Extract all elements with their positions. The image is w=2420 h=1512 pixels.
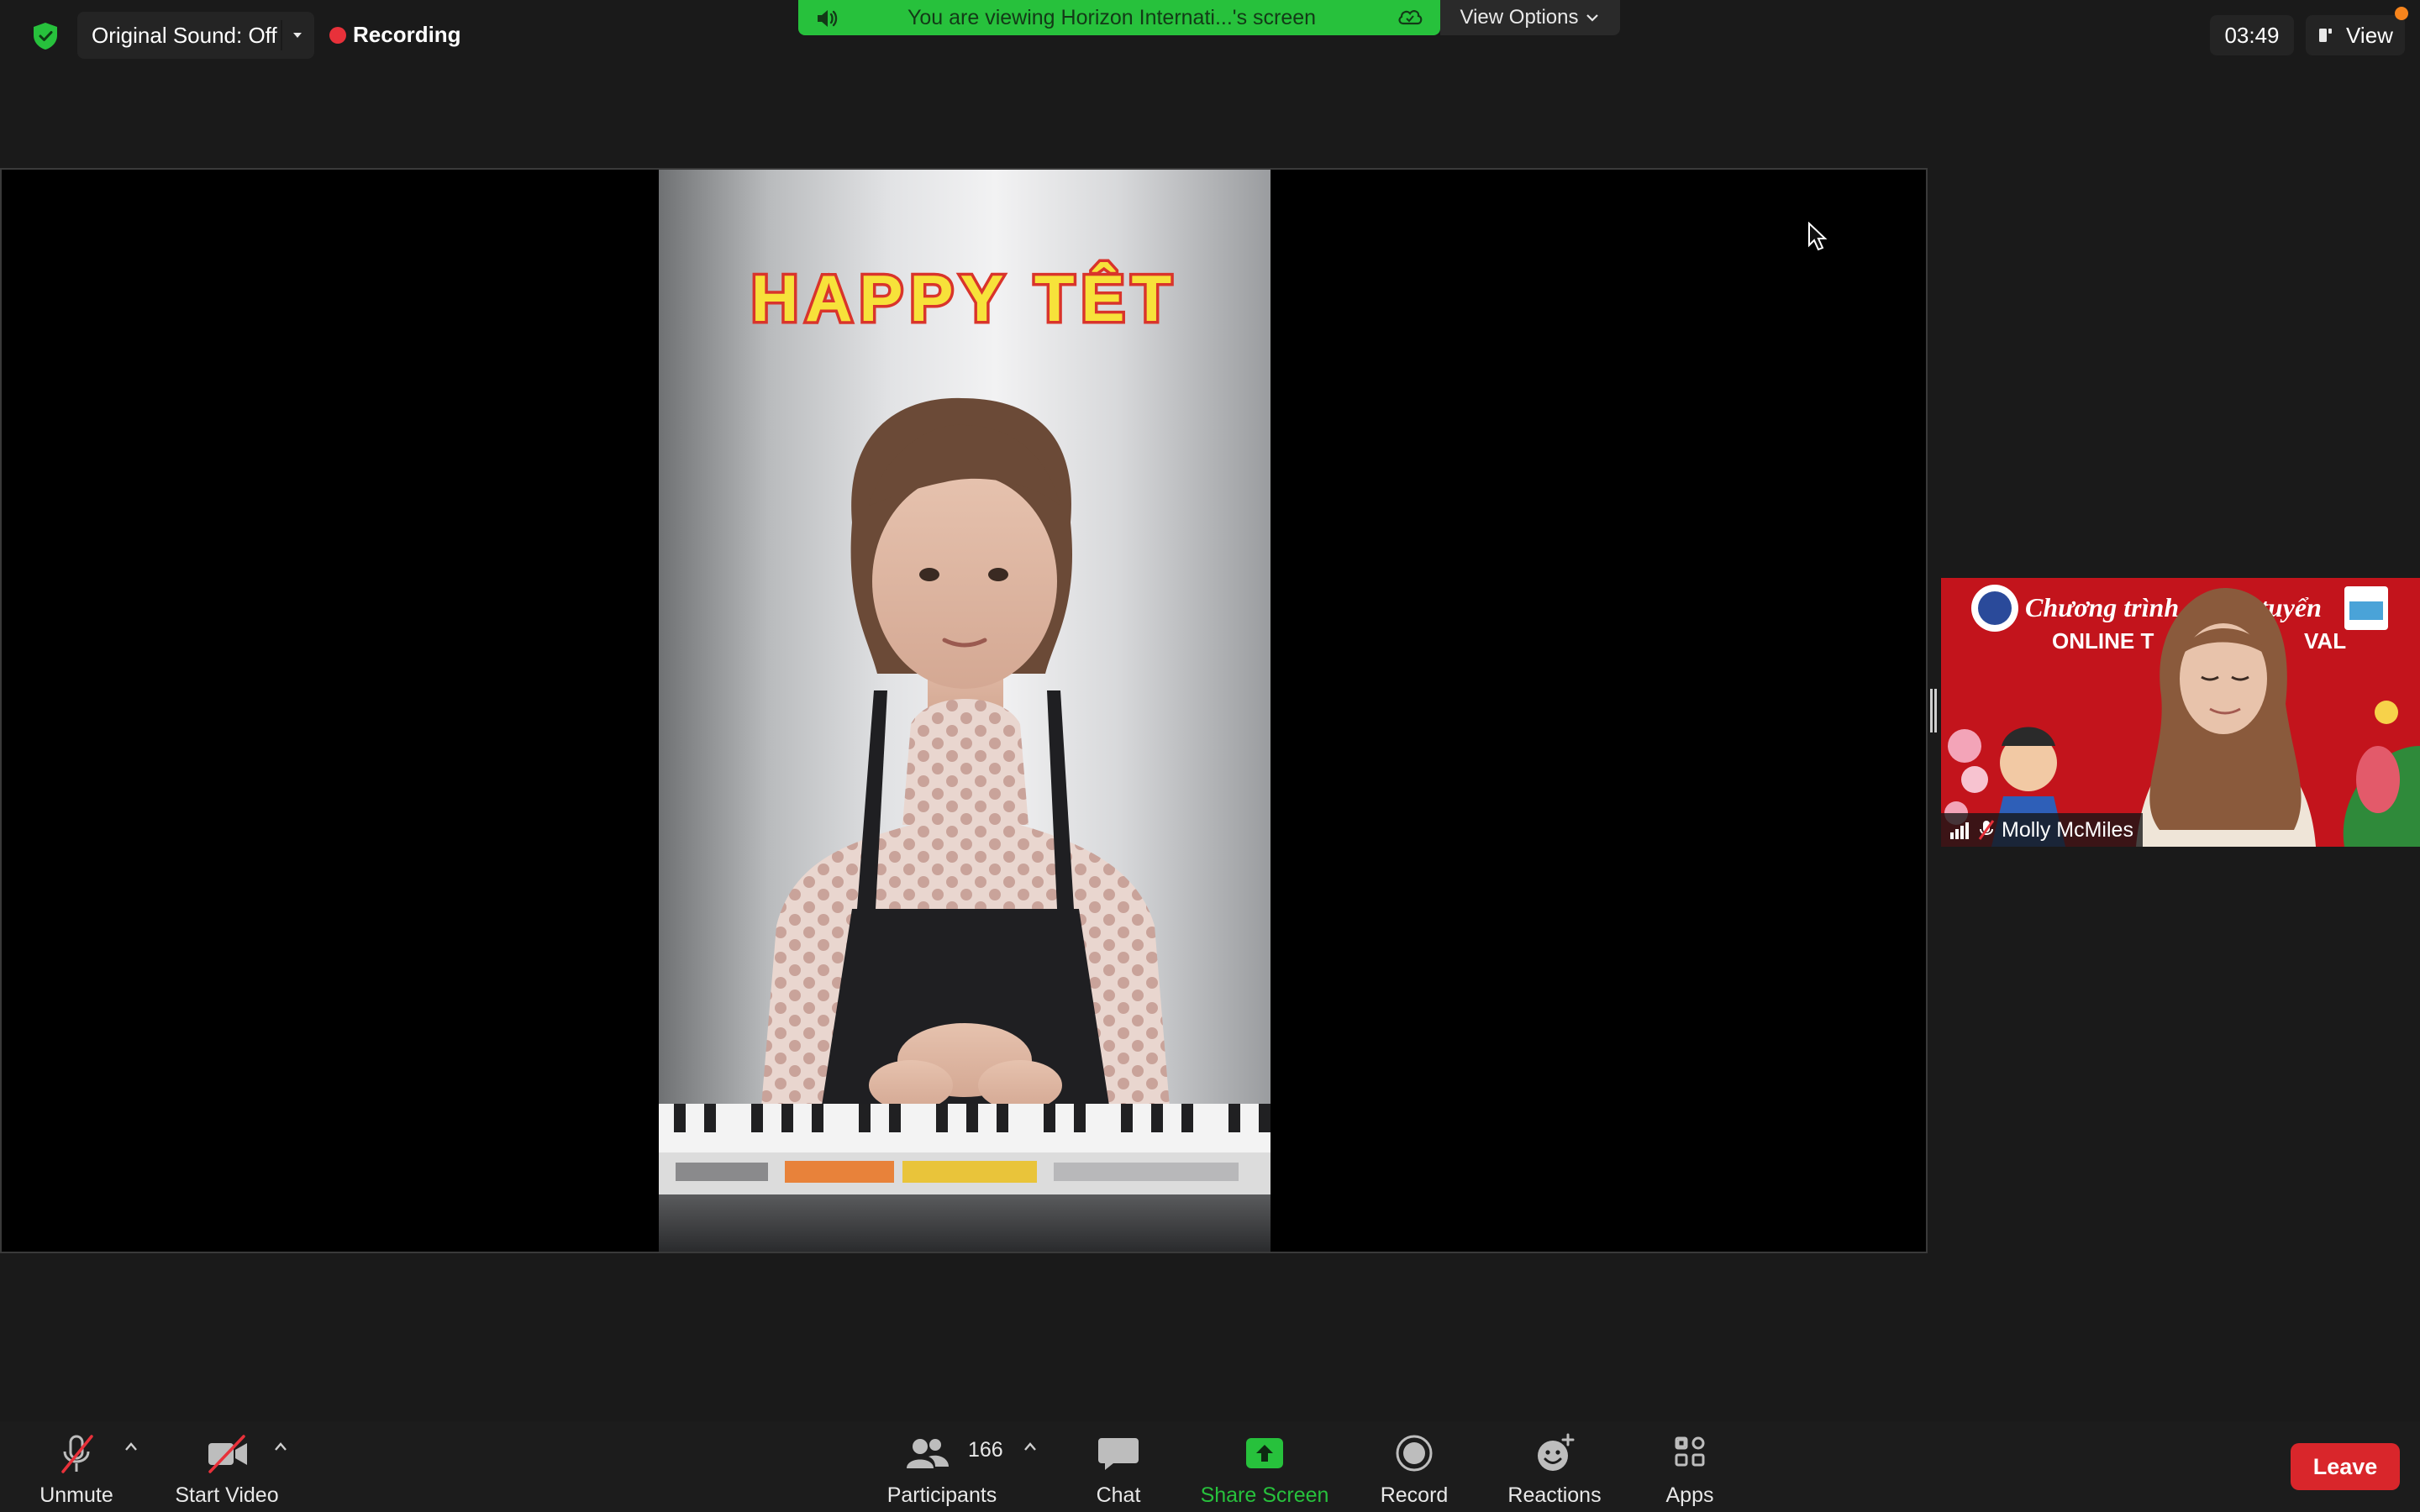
apps-button[interactable]: Apps	[1652, 1421, 1728, 1512]
tile-background-text-2: ONLINE T	[2052, 628, 2154, 654]
shared-screen-area[interactable]: HAPPY TÊT	[0, 168, 1928, 1253]
viewing-screen-text: You are viewing Horizon Internati...'s s…	[908, 6, 1317, 29]
mouse-cursor-icon	[1808, 222, 1828, 251]
view-options-button[interactable]: View Options	[1440, 0, 1620, 35]
signal-strength-icon	[1950, 822, 1969, 839]
audio-options-caret-icon[interactable]	[123, 1440, 139, 1453]
reactions-label: Reactions	[1507, 1483, 1602, 1507]
performer-video-frame: HAPPY TÊT	[659, 259, 1270, 1252]
panel-resize-handle[interactable]	[1929, 689, 1938, 732]
sound-divider	[281, 20, 282, 50]
participants-count: 166	[968, 1438, 1003, 1462]
participants-button[interactable]: Participants	[879, 1421, 1005, 1512]
apps-label: Apps	[1665, 1483, 1714, 1507]
view-label: View	[2346, 22, 2393, 48]
start-video-button[interactable]: Start Video	[168, 1421, 286, 1512]
meeting-toolbar: Unmute Start Video Participants 166 Chat…	[0, 1421, 2420, 1512]
record-icon	[1396, 1435, 1433, 1472]
participant-video-tile[interactable]: Chương trình tuyển ONLINE T VAL Molly Mc…	[1941, 578, 2420, 847]
participants-options-caret-icon[interactable]	[1022, 1440, 1039, 1453]
recording-indicator[interactable]: Recording	[329, 22, 461, 48]
leave-button[interactable]: Leave	[2291, 1443, 2400, 1490]
share-screen-label: Share Screen	[1200, 1483, 1329, 1507]
chat-icon	[1098, 1438, 1139, 1470]
tile-background-text-1: Chương trình	[2025, 592, 2179, 622]
view-layout-button[interactable]: View	[2306, 15, 2405, 55]
video-off-icon	[208, 1435, 247, 1473]
notification-dot	[2395, 7, 2408, 20]
share-screen-button[interactable]: Share Screen	[1193, 1421, 1336, 1512]
muted-microphone-icon	[61, 1435, 93, 1473]
chevron-down-icon	[1586, 14, 1599, 22]
recording-label: Recording	[353, 22, 461, 47]
participant-name: Molly McMiles	[2002, 817, 2133, 842]
speaker-icon[interactable]	[815, 8, 839, 29]
security-shield-icon[interactable]	[32, 22, 59, 50]
viewing-screen-banner: You are viewing Horizon Internati...'s s…	[798, 0, 1440, 35]
participants-icon	[907, 1439, 949, 1468]
meeting-timer: 03:49	[2210, 15, 2294, 55]
participant-name-bar: Molly McMiles	[1941, 813, 2143, 847]
reactions-smiley-icon	[1538, 1433, 1575, 1471]
reactions-button[interactable]: Reactions	[1499, 1421, 1610, 1512]
start-video-label: Start Video	[175, 1483, 279, 1507]
share-screen-icon	[1246, 1438, 1283, 1468]
view-options-label: View Options	[1460, 6, 1579, 29]
participants-label: Participants	[886, 1483, 997, 1507]
chat-label: Chat	[1096, 1483, 1141, 1507]
unmute-button[interactable]: Unmute	[24, 1421, 129, 1512]
video-caption: HAPPY TÊT	[751, 261, 1178, 335]
record-button[interactable]: Record	[1370, 1421, 1459, 1512]
original-sound-toggle[interactable]: Original Sound: Off	[77, 12, 314, 59]
shared-video: HAPPY TÊT	[659, 170, 1270, 1252]
record-label: Record	[1380, 1483, 1449, 1507]
chat-button[interactable]: Chat	[1081, 1421, 1156, 1512]
view-layout-icon	[2319, 29, 2333, 42]
zoom-meeting-window: Original Sound: Off Recording You are vi…	[0, 0, 2420, 1512]
cloud-recording-icon	[1398, 10, 1423, 25]
participant-video-feed: Chương trình tuyển ONLINE T VAL	[1941, 578, 2420, 847]
muted-microphone-icon	[1978, 820, 1995, 840]
caret-down-icon[interactable]	[289, 27, 306, 44]
original-sound-label: Original Sound: Off	[92, 22, 277, 48]
apps-icon	[1675, 1436, 1705, 1467]
video-options-caret-icon[interactable]	[272, 1440, 289, 1453]
top-bar: Original Sound: Off Recording You are vi…	[0, 0, 2420, 76]
unmute-label: Unmute	[39, 1483, 113, 1507]
tile-background-text-2b: VAL	[2304, 628, 2346, 654]
recording-dot-icon	[329, 26, 346, 44]
